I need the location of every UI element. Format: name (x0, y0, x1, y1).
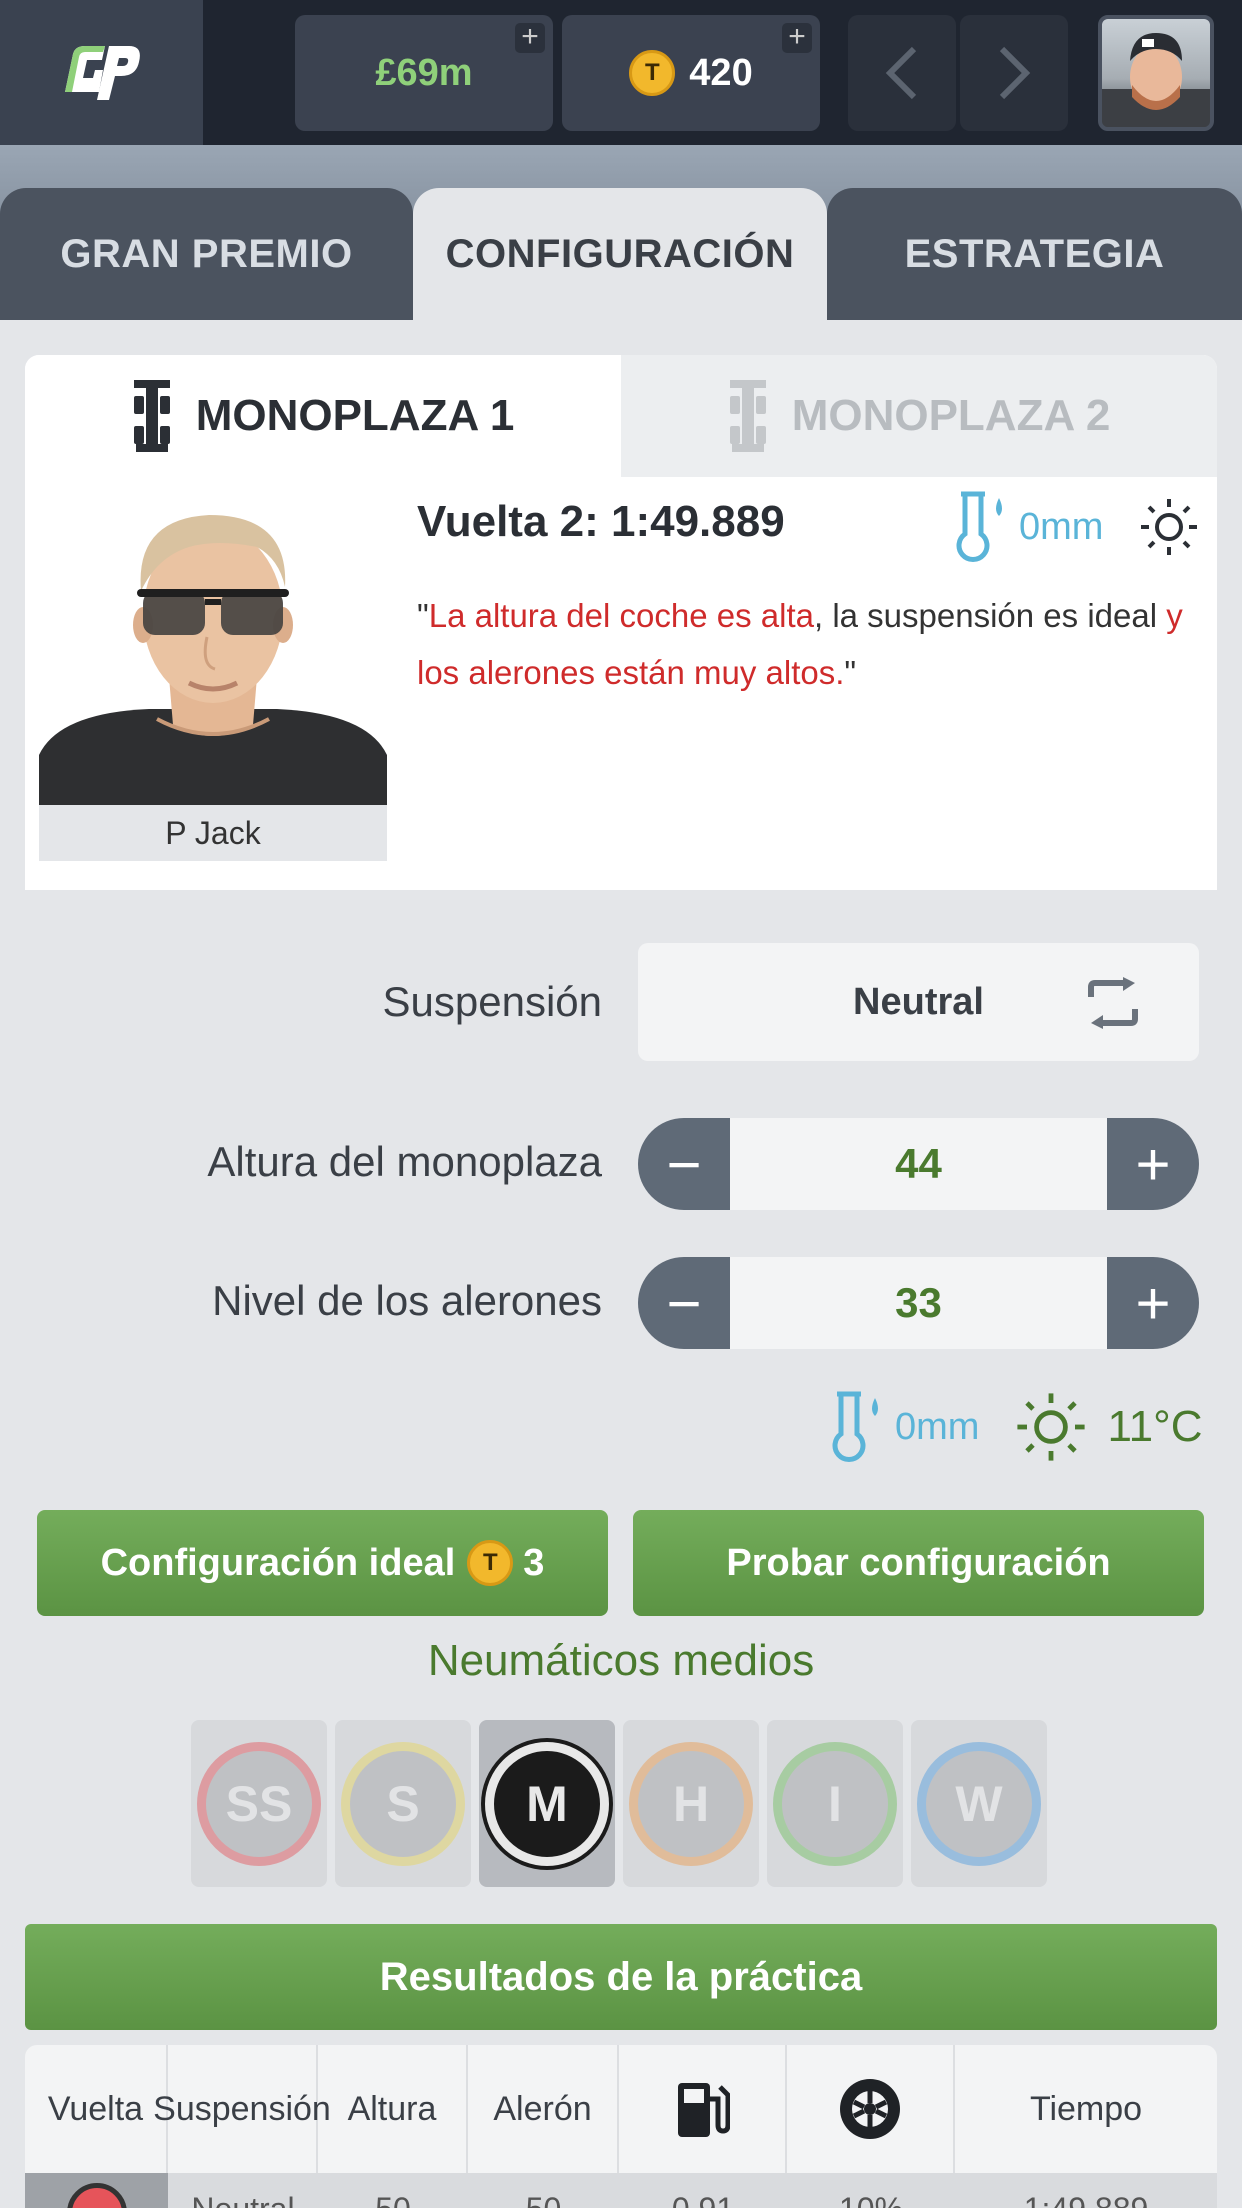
token-balance[interactable]: T 420 + (562, 15, 820, 131)
weather-info: 0mm (949, 490, 1199, 564)
rain-thermometer-icon (832, 1391, 878, 1462)
practice-results-button[interactable]: Resultados de la práctica (25, 1924, 1217, 2030)
driver-portrait (39, 487, 387, 805)
wing-level-label: Nivel de los alerones (212, 1277, 602, 1324)
ideal-setup-cost: 3 (523, 1541, 545, 1584)
car-1-label: MONOPLAZA 1 (195, 391, 515, 440)
tyre-option-m[interactable]: M (479, 1720, 615, 1887)
wing-level-stepper: − 33 + (638, 1257, 1199, 1349)
tyre-selection-title: Neumáticos medios (427, 1636, 815, 1685)
add-money-button[interactable]: + (515, 22, 545, 53)
tyre-compound-icon: M (485, 1741, 609, 1866)
tab-car-2[interactable]: MONOPLAZA 2 (621, 355, 1217, 477)
token-coin-icon: T (629, 50, 676, 96)
ride-height-label: Altura del monoplaza (207, 1138, 602, 1185)
quote-open: " (417, 597, 429, 634)
top-bar: £69m + T 420 + (0, 0, 1242, 145)
token-coin-icon: T (467, 1540, 514, 1586)
tyre-compound-icon: I (773, 1741, 897, 1866)
lap-time: Vuelta 2: 1:49.889 (417, 497, 785, 546)
feedback-height: La altura del coche es alta (428, 597, 814, 634)
table-row[interactable]: Neutral 50 50 0.91 10% 1:49.889 (25, 2173, 1217, 2208)
cycle-icon[interactable] (1083, 977, 1143, 1029)
ideal-setup-label: Configuración ideal (100, 1541, 456, 1584)
driver-avatar-icon (39, 515, 387, 805)
ideal-setup-button[interactable]: Configuración ideal T 3 (37, 1510, 608, 1616)
sun-icon (1141, 499, 1198, 555)
practice-results-table: Vuelta Suspensión Altura Alerón Tiempo N… (25, 2045, 1217, 2208)
ride-height-increase-button[interactable]: + (1107, 1118, 1199, 1210)
row-time: 1:49.889 (955, 2191, 1217, 2208)
conditions-info: 0mm 11°C (825, 1390, 1203, 1464)
gp-logo-icon (64, 45, 140, 100)
rain-amount: 0mm (1019, 505, 1104, 548)
row-fuel: 0.91 (619, 2191, 787, 2208)
column-header-tyre (787, 2045, 955, 2173)
driver-feedback: "La altura del coche es alta, la suspens… (417, 587, 1207, 701)
tyre-option-s[interactable]: S (335, 1720, 471, 1887)
suspension-value: Neutral (853, 980, 984, 1023)
rain-amount: 0mm (895, 1405, 980, 1448)
quote-close: " (844, 654, 857, 691)
row-tyre-cell (25, 2173, 168, 2208)
ride-height-stepper: − 44 + (638, 1118, 1199, 1210)
tab-gran-premio[interactable]: GRAN PREMIO (0, 188, 413, 320)
tyre-compound-icon: SS (197, 1741, 321, 1866)
wing-level-increase-button[interactable]: + (1107, 1257, 1199, 1349)
tyre-icon (840, 2079, 900, 2139)
column-header-fuel (619, 2045, 787, 2173)
wing-level-value: 33 (730, 1257, 1107, 1349)
suspension-selector[interactable]: Neutral (638, 943, 1199, 1061)
tab-configuracion[interactable]: CONFIGURACIÓN (413, 188, 827, 320)
app-logo[interactable] (0, 0, 203, 145)
column-header-time: Tiempo (1029, 2089, 1143, 2128)
column-header-wing: Alerón (468, 2045, 619, 2173)
tab-estrategia[interactable]: ESTRATEGIA (827, 188, 1242, 320)
tab-car-1[interactable]: MONOPLAZA 1 (25, 355, 621, 477)
car-icon (133, 380, 170, 452)
row-suspension: Neutral (168, 2191, 318, 2208)
suspension-label: Suspensión (382, 978, 603, 1025)
rain-thermometer-icon (956, 491, 1002, 562)
driver-name: P Jack (39, 805, 387, 861)
chevron-right-icon (999, 46, 1031, 100)
column-header-suspension: Suspensión (153, 2045, 331, 2173)
previous-button[interactable] (848, 15, 956, 131)
fuel-icon (678, 2083, 730, 2137)
row-wing: 50 (468, 2191, 619, 2208)
ride-height-value: 44 (730, 1118, 1107, 1210)
money-balance[interactable]: £69m + (295, 15, 553, 131)
add-tokens-button[interactable]: + (782, 22, 812, 53)
tyre-option-h[interactable]: H (623, 1720, 759, 1887)
wing-level-decrease-button[interactable]: − (638, 1257, 730, 1349)
chevron-left-icon (885, 46, 917, 100)
money-value: £69m (375, 51, 473, 94)
car-setup-card: MONOPLAZA 1 MONOPLAZA 2 P Jack Vuelta 2:… (25, 355, 1217, 890)
next-button[interactable] (960, 15, 1068, 131)
tyre-option-ss[interactable]: SS (191, 1720, 327, 1887)
token-value: 420 (689, 51, 753, 94)
column-header-lap: Vuelta (25, 2045, 168, 2173)
user-avatar[interactable] (1098, 15, 1214, 131)
tyre-compound-icon: W (917, 1741, 1041, 1866)
tyre-option-w[interactable]: W (911, 1720, 1047, 1887)
row-tyre-wear: 10% (787, 2191, 955, 2208)
tyre-option-i[interactable]: I (767, 1720, 903, 1887)
test-setup-button[interactable]: Probar configuración (633, 1510, 1204, 1616)
tyre-badge-icon (67, 2183, 127, 2208)
tyre-compound-icon: H (629, 1741, 753, 1866)
temperature: 11°C (1107, 1402, 1203, 1451)
ride-height-decrease-button[interactable]: − (638, 1118, 730, 1210)
car-2-label: MONOPLAZA 2 (791, 391, 1111, 440)
car-icon (729, 380, 766, 452)
feedback-suspension: , la suspensión es ideal (813, 597, 1167, 634)
tyre-compound-icon: S (341, 1741, 465, 1866)
row-height: 50 (318, 2191, 468, 2208)
sun-icon (1017, 1393, 1086, 1461)
column-header-height: Altura (318, 2045, 468, 2173)
user-photo-icon (1102, 33, 1210, 127)
